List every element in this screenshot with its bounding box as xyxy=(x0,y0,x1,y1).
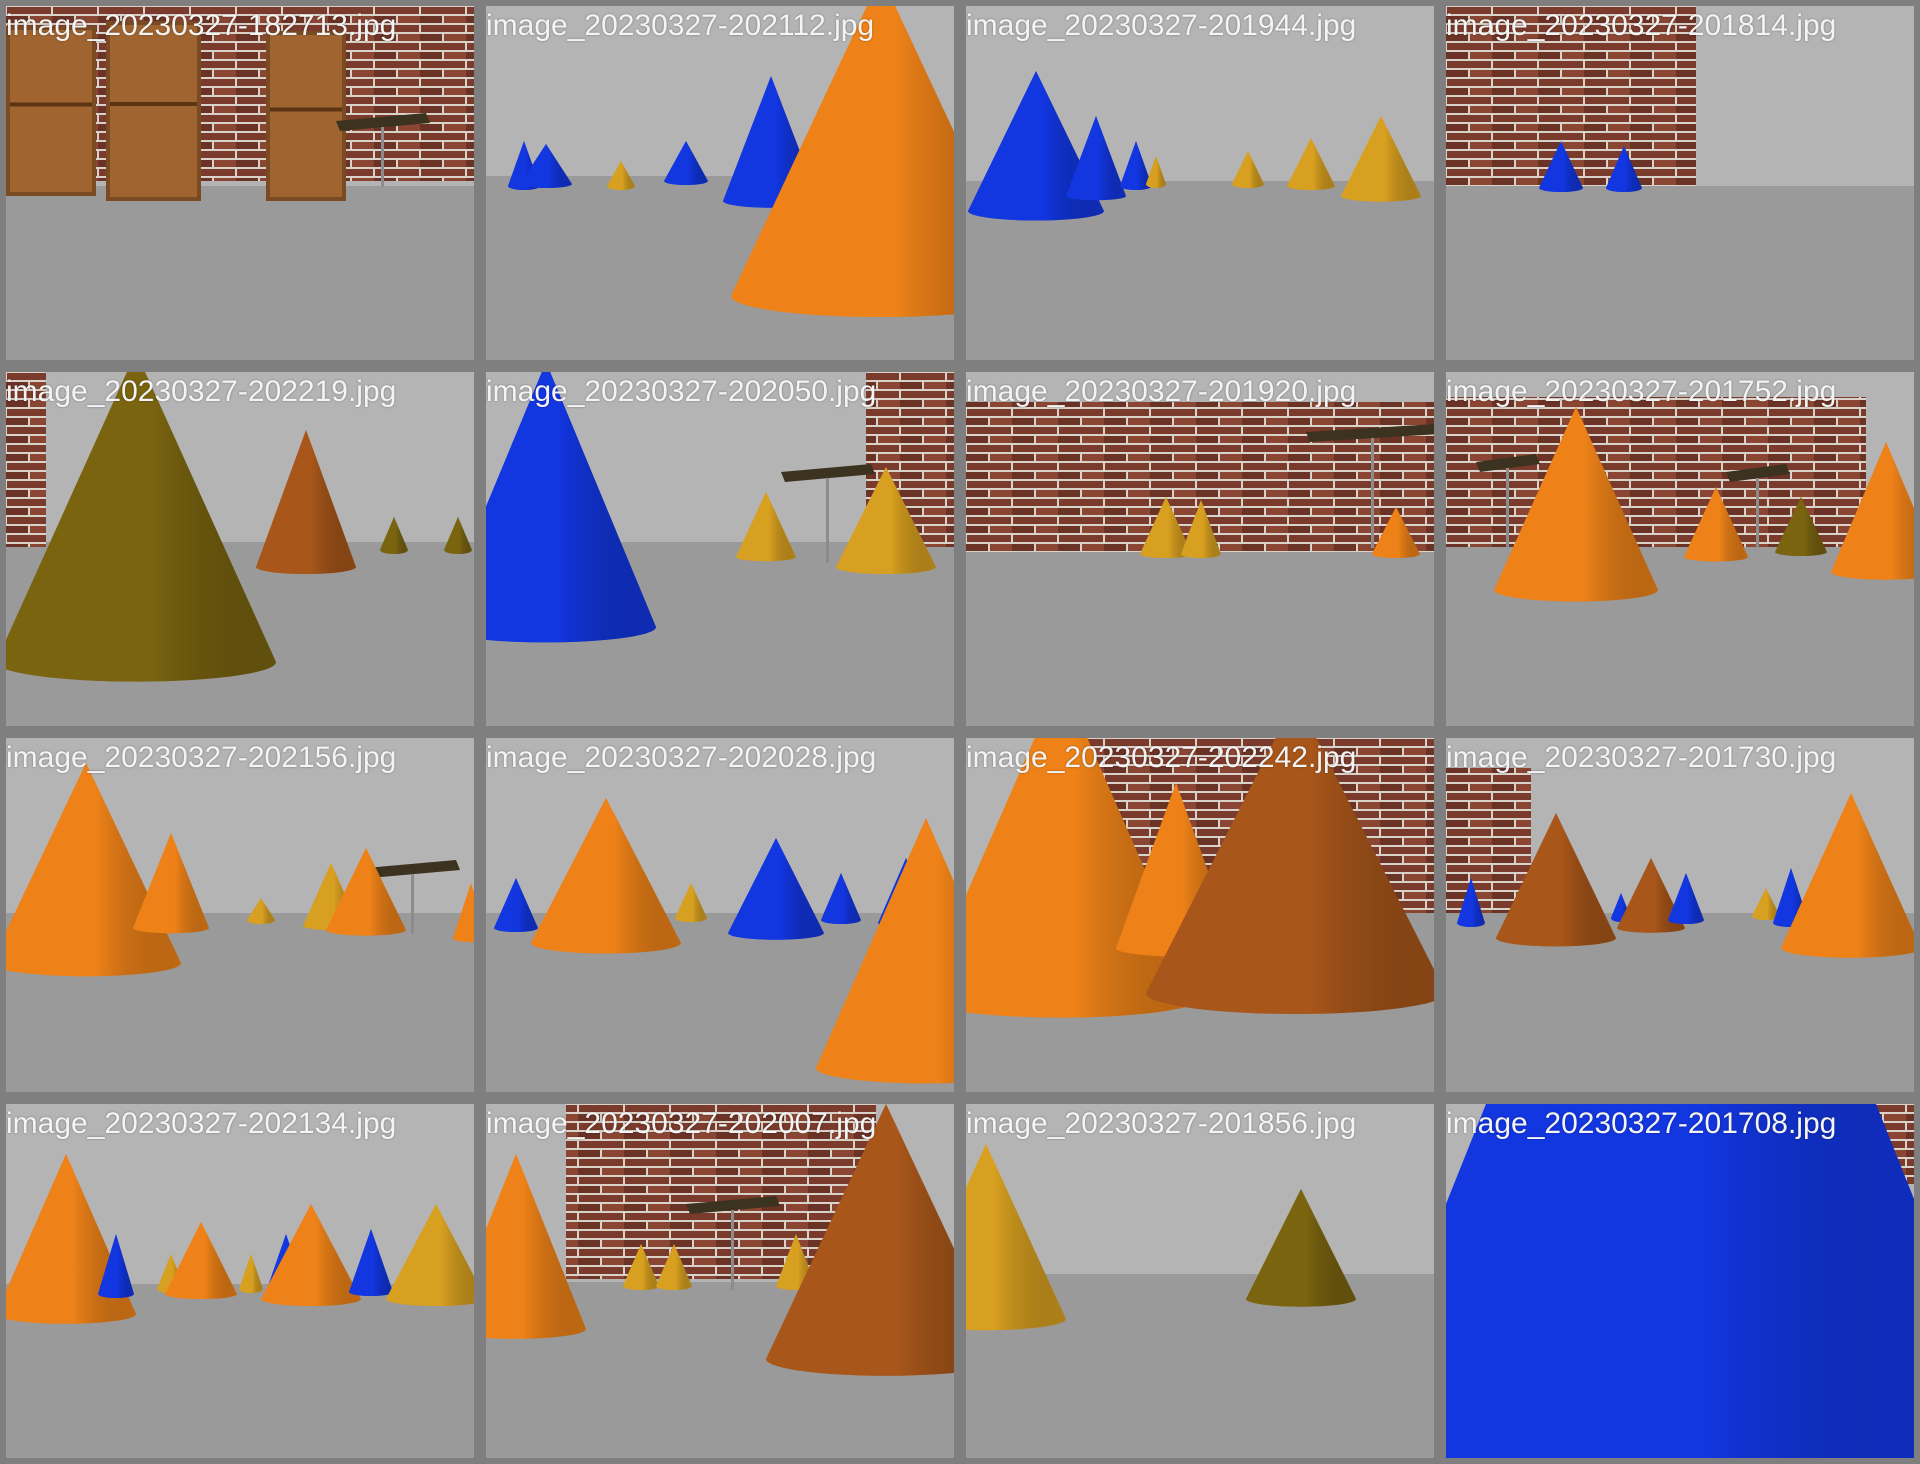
thumbnail-filename: image_20230327-202156.jpg xyxy=(6,741,397,774)
wooden-shelf-board xyxy=(10,102,92,107)
thumbnail-filename: image_20230327-182713.jpg xyxy=(6,9,397,42)
thumbnail-filename: image_20230327-202134.jpg xyxy=(6,1107,397,1140)
scene-floor xyxy=(1446,186,1914,360)
brick-wall xyxy=(1446,768,1531,913)
thumbnail-image xyxy=(966,372,1434,726)
table-leg xyxy=(731,1210,734,1290)
table-leg xyxy=(1756,478,1759,548)
thumbnail-filename: image_20230327-201708.jpg xyxy=(1446,1107,1837,1140)
thumbnail-filename: image_20230327-202219.jpg xyxy=(6,375,397,408)
thumbnail-image xyxy=(966,738,1434,1092)
thumbnail-filename: image_20230327-202050.jpg xyxy=(486,375,877,408)
thumbnail-image xyxy=(966,1104,1434,1458)
thumbnail[interactable]: image_20230327-182713.jpg xyxy=(0,0,480,366)
thumbnail-image xyxy=(1446,1104,1914,1458)
thumbnail[interactable]: image_20230327-201730.jpg xyxy=(1440,732,1920,1098)
thumbnail-filename: image_20230327-201856.jpg xyxy=(966,1107,1357,1140)
wooden-shelf-panel xyxy=(110,25,197,197)
thumbnail[interactable]: image_20230327-202219.jpg xyxy=(0,366,480,732)
table-leg xyxy=(381,127,384,187)
cone-shade xyxy=(1446,1104,1914,1458)
thumbnail-image xyxy=(486,1104,954,1458)
thumbnail-filename: image_20230327-201814.jpg xyxy=(1446,9,1837,42)
scene-floor xyxy=(966,550,1434,726)
thumbnail[interactable]: image_20230327-202134.jpg xyxy=(0,1098,480,1464)
wooden-shelf-board xyxy=(270,107,342,112)
thumbnail-filename: image_20230327-201920.jpg xyxy=(966,375,1357,408)
thumbnail-image xyxy=(6,738,474,1092)
thumbnail[interactable]: image_20230327-201944.jpg xyxy=(960,0,1440,366)
thumbnail[interactable]: image_20230327-202112.jpg xyxy=(480,0,960,366)
thumbnail-filename: image_20230327-202028.jpg xyxy=(486,741,877,774)
thumbnail-image xyxy=(6,372,474,726)
thumbnail-grid: image_20230327-182713.jpg image_20230327… xyxy=(0,0,1920,1464)
thumbnail[interactable]: image_20230327-202156.jpg xyxy=(0,732,480,1098)
table-leg xyxy=(1371,438,1374,548)
thumbnail[interactable]: image_20230327-201814.jpg xyxy=(1440,0,1920,366)
thumbnail[interactable]: image_20230327-201752.jpg xyxy=(1440,366,1920,732)
thumbnail[interactable]: image_20230327-202028.jpg xyxy=(480,732,960,1098)
thumbnail-image xyxy=(6,6,474,360)
thumbnail[interactable]: image_20230327-201856.jpg xyxy=(960,1098,1440,1464)
thumbnail-image xyxy=(6,1104,474,1458)
thumbnail-image xyxy=(1446,738,1914,1092)
thumbnail-filename: image_20230327-202242.jpg xyxy=(966,741,1357,774)
thumbnail[interactable]: image_20230327-202242.jpg xyxy=(960,732,1440,1098)
scene-floor xyxy=(6,186,474,360)
wooden-shelf-panel xyxy=(10,30,92,192)
thumbnail-filename: image_20230327-202007.jpg xyxy=(486,1107,877,1140)
thumbnail-image xyxy=(1446,6,1914,360)
thumbnail[interactable]: image_20230327-202050.jpg xyxy=(480,366,960,732)
thumbnail-image xyxy=(486,738,954,1092)
thumbnail-filename: image_20230327-201730.jpg xyxy=(1446,741,1837,774)
table-leg xyxy=(411,874,414,934)
thumbnail[interactable]: image_20230327-202007.jpg xyxy=(480,1098,960,1464)
thumbnail-image xyxy=(486,372,954,726)
thumbnail-filename: image_20230327-201752.jpg xyxy=(1446,375,1837,408)
thumbnail-filename: image_20230327-201944.jpg xyxy=(966,9,1357,42)
table-leg xyxy=(826,478,829,563)
thumbnail[interactable]: image_20230327-201708.jpg xyxy=(1440,1098,1920,1464)
thumbnail-image xyxy=(966,6,1434,360)
thumbnail-image xyxy=(1446,372,1914,726)
thumbnail[interactable]: image_20230327-201920.jpg xyxy=(960,366,1440,732)
table-leg xyxy=(1506,468,1509,548)
wooden-shelf-panel xyxy=(270,35,342,197)
thumbnail-image xyxy=(486,6,954,360)
thumbnail-filename: image_20230327-202112.jpg xyxy=(486,9,875,42)
wooden-shelf-board xyxy=(110,102,197,106)
